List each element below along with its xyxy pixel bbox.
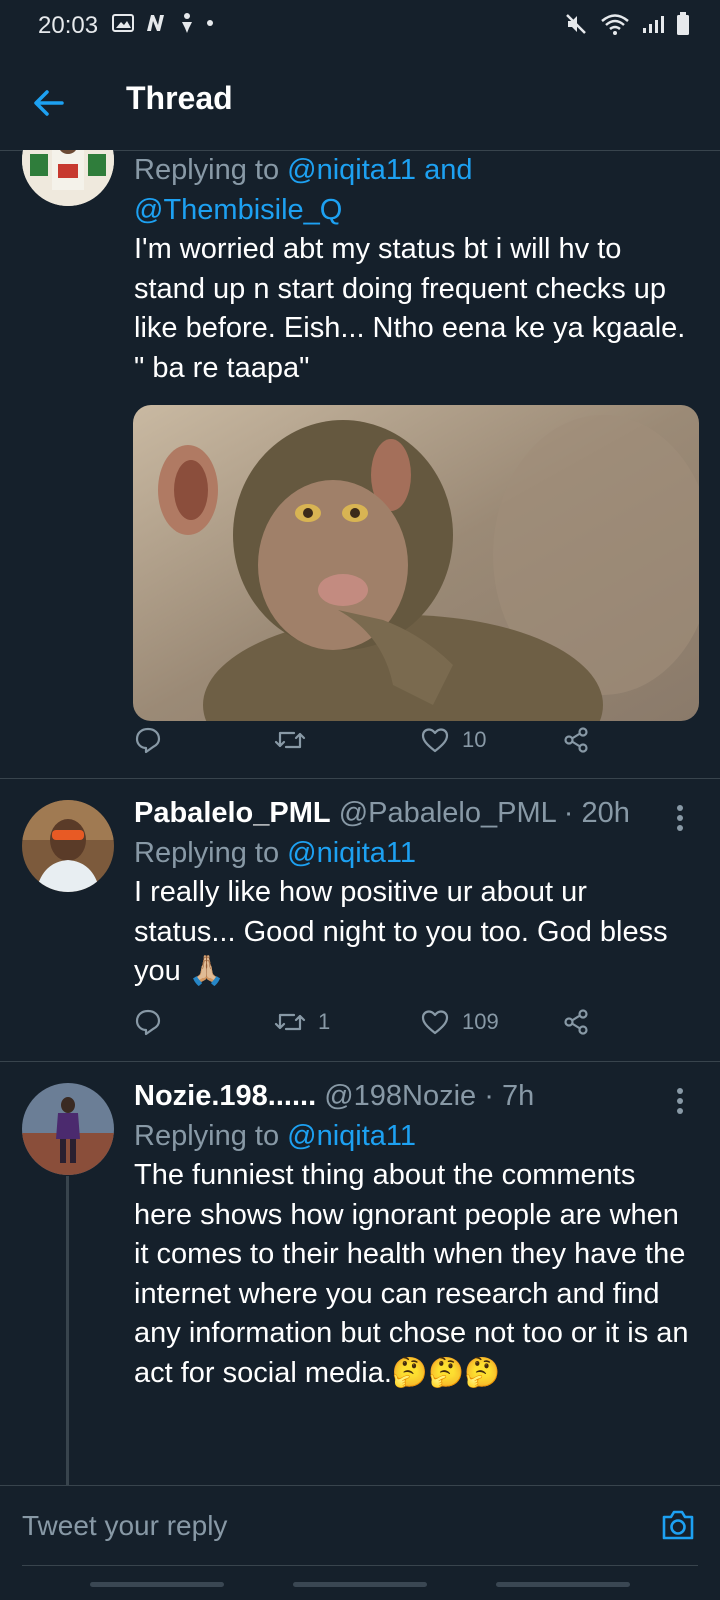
back-arrow-icon[interactable] <box>32 86 66 120</box>
retweet-action[interactable] <box>274 726 306 754</box>
like-count: 109 <box>462 1009 499 1034</box>
tweet-meta: Pabalelo_PML @Pabalelo_PML · 20h <box>134 793 694 833</box>
separator-dot: · <box>484 1080 494 1112</box>
user-handle[interactable]: @198Nozie <box>324 1080 476 1112</box>
share-icon <box>564 1009 588 1035</box>
tweet-actions: 1 109 <box>134 1008 614 1048</box>
replying-to: Replying to @niqita11 and @Thembisile_Q <box>134 150 694 230</box>
like-action[interactable]: 109 <box>420 1008 499 1036</box>
thread-connector-line <box>66 1176 69 1485</box>
replying-prefix: Replying to <box>134 837 280 869</box>
separator-dot: · <box>563 797 574 829</box>
user-handle[interactable]: @Pabalelo_PML <box>339 797 556 829</box>
share-action[interactable] <box>562 1008 590 1036</box>
nav-recents-handle[interactable] <box>90 1582 224 1587</box>
mention-link[interactable]: @niqita11 <box>287 154 416 186</box>
tweet-actions: 10 <box>134 726 614 766</box>
camera-icon[interactable] <box>660 1508 696 1542</box>
wifi-icon <box>601 14 629 35</box>
tweet-text: I really like how positive ur about ur s… <box>134 876 668 987</box>
gallery-notification-icon <box>112 14 134 32</box>
avatar[interactable] <box>22 1083 114 1175</box>
status-bar: 20:03 <box>0 0 720 52</box>
share-icon <box>564 727 588 753</box>
n-app-notification-icon <box>147 15 164 31</box>
replying-prefix: Replying to <box>134 154 280 186</box>
like-count: 10 <box>462 727 487 752</box>
mention-link[interactable]: @Thembisile_Q <box>134 194 342 226</box>
like-action[interactable]: 10 <box>420 726 486 754</box>
system-nav-bar <box>0 1566 720 1600</box>
tweet-time: 20h <box>581 797 630 829</box>
avatar[interactable] <box>22 150 114 206</box>
reply-icon <box>135 1009 161 1036</box>
usb-debug-notification-icon <box>182 13 192 33</box>
tweet-time: 7h <box>501 1080 535 1112</box>
display-name[interactable]: Nozie.198...... <box>134 1080 316 1112</box>
status-time: 20:03 <box>38 12 99 39</box>
mention-link[interactable]: @niqita11 <box>287 837 416 869</box>
replying-prefix: Replying to <box>134 1120 280 1152</box>
retweet-count: 1 <box>318 1009 331 1034</box>
mention-link[interactable]: @niqita11 <box>287 1120 416 1152</box>
dot-notification-icon <box>207 20 213 26</box>
tweet-1[interactable]: Replying to @niqita11 and @Thembisile_Q … <box>0 150 720 779</box>
nav-back-handle[interactable] <box>496 1582 630 1587</box>
mute-icon <box>566 14 586 34</box>
retweet-icon <box>274 1013 306 1031</box>
tweet-meta: Nozie.198...... @198Nozie · 7h <box>134 1076 694 1116</box>
heart-icon <box>421 728 449 753</box>
reply-action[interactable] <box>134 1008 162 1036</box>
reply-icon <box>135 727 161 754</box>
avatar[interactable] <box>22 800 114 892</box>
tweet-2[interactable]: Pabalelo_PML @Pabalelo_PML · 20h Replyin… <box>0 778 720 1062</box>
reply-input[interactable]: Tweet your reply <box>22 1510 227 1542</box>
share-action[interactable] <box>562 726 590 754</box>
tweet-3[interactable]: Nozie.198...... @198Nozie · 7h Replying … <box>0 1061 720 1485</box>
mention-and: and <box>424 154 473 186</box>
nav-home-handle[interactable] <box>293 1582 427 1587</box>
tweet-text: The funniest thing about the comments he… <box>134 1159 689 1389</box>
replying-to: Replying to @niqita11 <box>134 833 694 873</box>
reply-composer: Tweet your reply <box>0 1485 720 1566</box>
thread-header: Thread <box>0 52 720 151</box>
retweet-icon <box>274 731 306 749</box>
tweet-text: I'm worried abt my status bt i will hv t… <box>134 233 686 384</box>
heart-icon <box>421 1010 449 1035</box>
replying-to: Replying to @niqita11 <box>134 1116 694 1156</box>
page-title: Thread <box>126 80 233 116</box>
display-name[interactable]: Pabalelo_PML <box>134 797 331 829</box>
more-options-icon[interactable] <box>676 804 684 832</box>
more-options-icon[interactable] <box>676 1087 684 1115</box>
battery-icon <box>677 12 689 35</box>
signal-icon <box>643 16 664 33</box>
reply-action[interactable] <box>134 726 162 754</box>
baboon-photo[interactable] <box>133 405 699 721</box>
thread-content[interactable]: Replying to @niqita11 and @Thembisile_Q … <box>0 150 720 1485</box>
retweet-action[interactable]: 1 <box>274 1008 330 1036</box>
